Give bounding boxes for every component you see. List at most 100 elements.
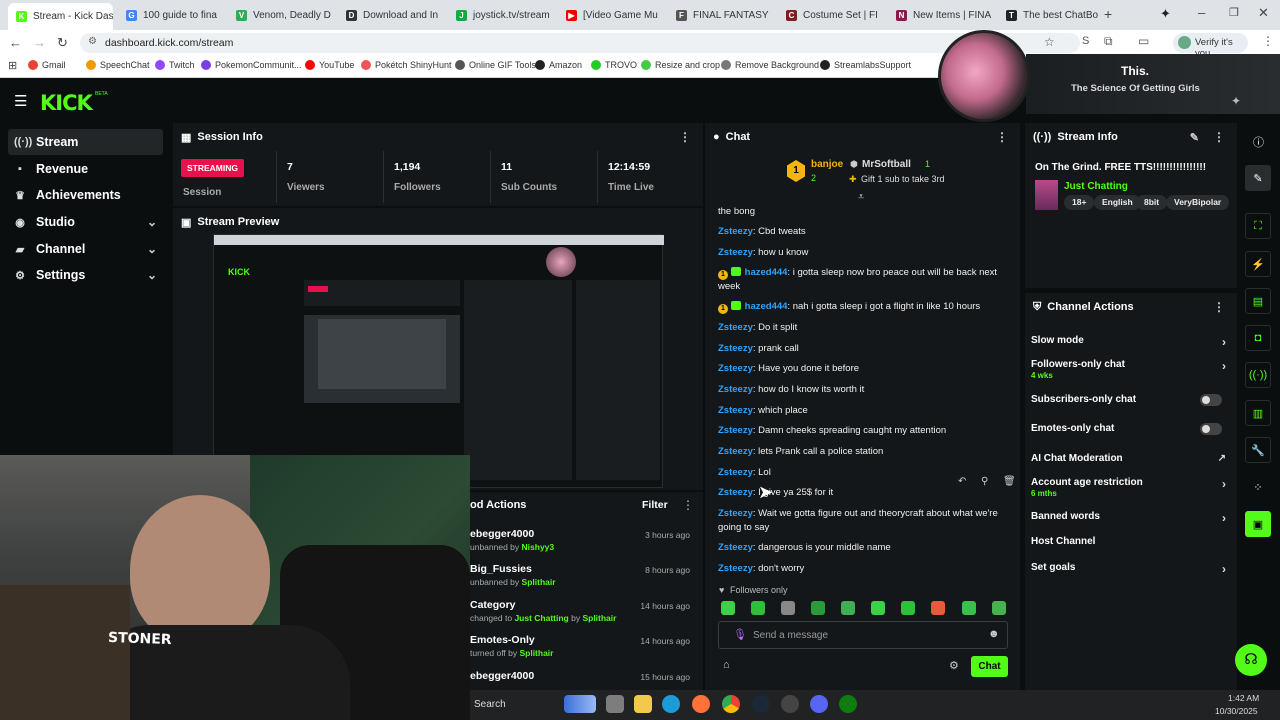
gemini-icon[interactable]: ✦ <box>1160 6 1171 22</box>
broadcast-icon[interactable]: ((·)) <box>1245 362 1271 388</box>
channel-action-row[interactable]: Slow mode › <box>1031 335 1226 359</box>
chat-username[interactable]: hazed444 <box>745 301 788 312</box>
gift-sub-cta[interactable]: Gift 1 sub to take 3rd <box>861 174 945 184</box>
chat-input[interactable]: 🎙 Send a message ☻ <box>718 621 1008 649</box>
browser-tab[interactable]: Jjoystick.tv/stream✕ <box>448 4 553 26</box>
category-name[interactable]: Just Chatting <box>1064 181 1128 192</box>
browser-tab[interactable]: G100 guide to fina✕ <box>118 4 223 26</box>
browser-menu-icon[interactable]: ⋮ <box>1262 34 1274 48</box>
mod-action-actor[interactable]: Splithair <box>582 613 616 623</box>
emote-icon[interactable] <box>992 601 1006 615</box>
chat-username[interactable]: Zsteezy <box>718 322 753 333</box>
channel-action-row[interactable]: Account age restriction 6 mths › <box>1031 477 1226 501</box>
extension-s-icon[interactable]: S <box>1082 35 1089 47</box>
chat-message[interactable]: 1 hazed444: i gotta sleep now bro peace … <box>718 266 1018 294</box>
mod-action-row[interactable]: Emotes-Only turned off by Splithair 14 hou… <box>470 634 696 664</box>
bookmark-item[interactable]: Amazon <box>535 60 582 70</box>
chat-username[interactable]: Zsteezy <box>718 363 753 374</box>
xbox-icon[interactable] <box>839 695 857 713</box>
browser-tab[interactable]: ▶[Video Game Mu✕ <box>558 4 663 26</box>
browser-tab[interactable]: VVenom, Deadly D✕ <box>228 4 333 26</box>
chat-message[interactable]: the bong <box>718 205 1018 219</box>
chat-settings-icon[interactable]: ⚙ <box>949 659 959 672</box>
browser-tab[interactable]: TThe best ChatBo✕ <box>998 4 1103 26</box>
extensions-icon[interactable]: ⧉ <box>1104 34 1113 49</box>
channel-action-row[interactable]: Emotes-only chat <box>1031 423 1226 447</box>
bookmark-item[interactable]: Remove Background <box>721 60 819 70</box>
channel-action-row[interactable]: Host Channel <box>1031 536 1226 560</box>
emoji-icon[interactable]: ☻ <box>988 628 1000 640</box>
mod-action-actor[interactable]: Splithair <box>522 577 556 587</box>
store-icon[interactable]: ⌂ <box>723 659 730 671</box>
channel-action-row[interactable]: Banned words › <box>1031 511 1226 535</box>
chat-message[interactable]: Zsteezy: don't worry <box>718 562 1018 576</box>
chat-username[interactable]: Zsteezy <box>718 405 753 416</box>
chat-message[interactable]: Zsteezy: Have you done it before <box>718 362 1018 376</box>
more-options-icon[interactable]: ⋮ <box>996 130 1008 144</box>
firefox-icon[interactable] <box>692 695 710 713</box>
kick-logo[interactable]: KICK <box>40 91 93 115</box>
chat-message[interactable]: Zsteezy: Do it split <box>718 321 1018 335</box>
chat-message[interactable]: 1 hazed444: nah i gotta sleep i got a fl… <box>718 300 1018 314</box>
chat-username[interactable]: Zsteezy <box>718 467 753 478</box>
category-thumbnail[interactable] <box>1035 180 1058 210</box>
more-options-icon[interactable]: ⋮ <box>1213 130 1225 144</box>
bookmark-item[interactable]: Resize and crop <box>641 60 720 70</box>
sidebar-item-revenue[interactable]: ▪ Revenue <box>8 156 163 182</box>
mod-action-actor[interactable]: Nishyy3 <box>522 542 555 552</box>
browser-tab[interactable]: NNew Items | FINA✕ <box>888 4 993 26</box>
mod-action-actor[interactable]: Just Chatting <box>514 613 568 623</box>
hamburger-menu-icon[interactable]: ☰ <box>14 92 27 110</box>
mod-action-row[interactable]: Category changed to Just Chatting by Spli… <box>470 599 696 629</box>
toggle-switch[interactable] <box>1200 423 1222 435</box>
chat-message[interactable]: Zsteezy: how do I know its worth it <box>718 383 1018 397</box>
mod-action-actor[interactable]: Splithair <box>519 648 553 658</box>
emote-icon[interactable] <box>931 601 945 615</box>
chat-username[interactable]: hazed444 <box>745 267 788 278</box>
channel-action-row[interactable]: Subscribers-only chat <box>1031 394 1226 418</box>
search-highlight-icon[interactable] <box>564 695 596 713</box>
chat-message[interactable]: Zsteezy: prank call <box>718 342 1018 356</box>
browser-tab[interactable]: DDownload and In✕ <box>338 4 443 26</box>
channel-action-row[interactable]: Followers-only chat 4 wks › <box>1031 359 1226 383</box>
profile-chip[interactable]: Verify it's you <box>1173 33 1248 59</box>
emote-icon[interactable] <box>841 601 855 615</box>
toggle-switch[interactable] <box>1200 394 1222 406</box>
chat-username[interactable]: Zsteezy <box>718 343 753 354</box>
bookmark-item[interactable]: Online GIF Tools <box>455 60 536 70</box>
collapse-leaderboard-icon[interactable]: ⩡ <box>858 191 864 204</box>
scan-icon[interactable]: ⛶ <box>1245 213 1271 239</box>
chat-bubble-icon[interactable]: ◘ <box>1245 325 1271 351</box>
chat-message[interactable]: Zsteezy: dangerous is your middle name <box>718 541 1018 555</box>
more-options-icon[interactable]: ⋮ <box>1213 300 1225 314</box>
browser-tab[interactable]: FFINAL FANTASY✕ <box>668 4 773 26</box>
apps-grid-icon[interactable]: ⊞ <box>8 59 17 72</box>
extension-app-icon[interactable]: ▣ <box>1245 511 1271 537</box>
leader-user-2[interactable]: MrSoftball <box>862 159 911 170</box>
edit-icon[interactable]: ✎ <box>1190 131 1199 144</box>
sidebar-toggle-icon[interactable]: ▭ <box>1138 34 1149 48</box>
layers-icon[interactable]: ▥ <box>1245 400 1271 426</box>
back-icon[interactable]: ← <box>9 35 22 50</box>
reply-icon[interactable]: ↶ <box>958 476 966 487</box>
bookmark-star-icon[interactable]: ☆ <box>1044 35 1055 49</box>
maximize-button[interactable]: ❐ <box>1229 6 1239 19</box>
channel-action-row[interactable]: Set goals › <box>1031 562 1226 586</box>
send-chat-button[interactable]: Chat <box>971 656 1008 677</box>
bookmark-item[interactable]: PokemonCommunit... <box>201 60 302 70</box>
emote-icon[interactable] <box>751 601 765 615</box>
chat-message[interactable]: Zsteezy: lets Prank call a police statio… <box>718 445 1018 459</box>
browser-tab[interactable]: CCostume Set | FI✕ <box>778 4 883 26</box>
stream-preview-video[interactable]: KICK <box>213 234 664 488</box>
emote-icon[interactable] <box>811 601 825 615</box>
emote-icon[interactable] <box>901 601 915 615</box>
edge-icon[interactable] <box>662 695 680 713</box>
chat-username[interactable]: Zsteezy <box>718 384 753 395</box>
minimize-button[interactable]: – <box>1198 5 1205 20</box>
chat-username[interactable]: Zsteezy <box>718 446 753 457</box>
emote-icon[interactable] <box>781 601 795 615</box>
chat-username[interactable]: Zsteezy <box>718 563 753 574</box>
file-explorer-icon[interactable] <box>634 695 652 713</box>
chrome-icon[interactable] <box>722 695 740 713</box>
sidebar-item-studio[interactable]: ◉ Studio ⌄ <box>8 209 163 235</box>
